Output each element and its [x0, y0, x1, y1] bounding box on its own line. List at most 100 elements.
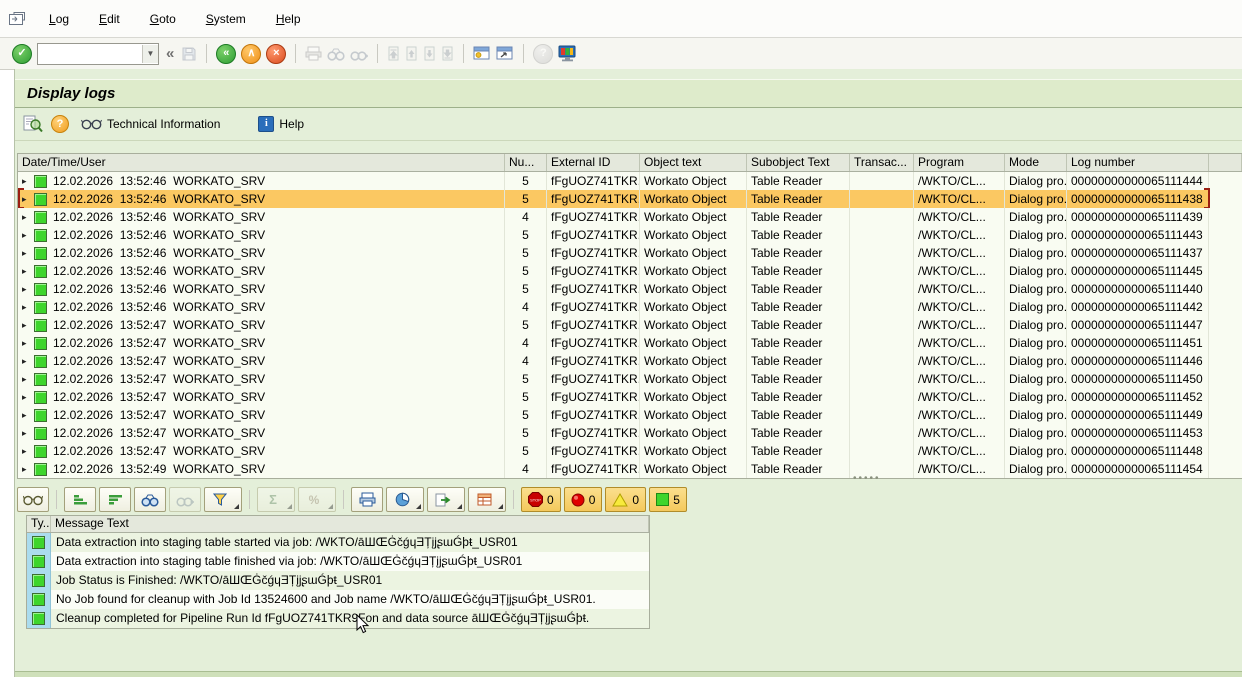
find-button[interactable]	[134, 487, 166, 512]
expand-icon[interactable]: ▸	[22, 460, 29, 478]
expand-icon[interactable]: ▸	[22, 442, 29, 460]
create-shortcut-icon[interactable]	[496, 46, 514, 61]
technical-information-button[interactable]: Technical Information	[77, 115, 224, 133]
log-row[interactable]: ▸12.02.2026 13:52:47 WORKATO_SRV4fFgUOZ7…	[18, 352, 1242, 370]
log-row[interactable]: ▸12.02.2026 13:52:47 WORKATO_SRV5fFgUOZ7…	[18, 424, 1242, 442]
expand-icon[interactable]: ▸	[22, 316, 29, 334]
message-row[interactable]: Data extraction into staging table start…	[27, 533, 649, 552]
print-icon[interactable]	[305, 46, 322, 61]
menu-item-log[interactable]: Log	[36, 9, 82, 29]
log-column-header[interactable]: Subobject Text	[747, 154, 850, 171]
enter-button[interactable]: ✓	[12, 44, 32, 64]
success-count-button[interactable]: 5	[649, 487, 687, 512]
stop-count-button[interactable]: STOP 0	[521, 487, 561, 512]
log-row[interactable]: ▸12.02.2026 13:52:46 WORKATO_SRV4fFgUOZ7…	[18, 298, 1242, 316]
menu-item-help[interactable]: Help	[263, 9, 314, 29]
percentage-button[interactable]: %	[298, 487, 336, 512]
print-button[interactable]	[351, 487, 383, 512]
expand-icon[interactable]: ▸	[22, 370, 29, 388]
splitter-handle-icon[interactable]: •••••	[853, 473, 881, 484]
log-row[interactable]: ▸12.02.2026 13:52:46 WORKATO_SRV4fFgUOZ7…	[18, 208, 1242, 226]
expand-icon[interactable]: ▸	[22, 352, 29, 370]
menu-item-system[interactable]: System	[193, 9, 259, 29]
log-row[interactable]: ▸12.02.2026 13:52:49 WORKATO_SRV4fFgUOZ7…	[18, 460, 1242, 478]
log-row[interactable]: ▸12.02.2026 13:52:46 WORKATO_SRV5fFgUOZ7…	[18, 244, 1242, 262]
menu-item-edit[interactable]: Edit	[86, 9, 133, 29]
expand-icon[interactable]: ▸	[22, 226, 29, 244]
expand-icon[interactable]: ▸	[22, 208, 29, 226]
log-row[interactable]: ▸12.02.2026 13:52:46 WORKATO_SRV5fFgUOZ7…	[18, 172, 1242, 190]
first-page-icon[interactable]	[387, 46, 400, 61]
log-cell: 00000000000065111451	[1067, 334, 1209, 352]
previous-page-icon[interactable]	[405, 46, 418, 61]
session-menu-icon[interactable]	[8, 11, 26, 26]
log-row[interactable]: ▸12.02.2026 13:52:46 WORKATO_SRV5fFgUOZ7…	[18, 226, 1242, 244]
log-row[interactable]: ▸12.02.2026 13:52:47 WORKATO_SRV5fFgUOZ7…	[18, 406, 1242, 424]
export-button[interactable]	[427, 487, 465, 512]
message-row[interactable]: Data extraction into staging table finis…	[27, 552, 649, 571]
sum-button[interactable]: Σ	[257, 487, 295, 512]
exit-button[interactable]: ∧	[241, 44, 261, 64]
help-button[interactable]: i Help	[254, 114, 308, 134]
log-column-header[interactable]: Object text	[640, 154, 747, 171]
find-next-icon[interactable]	[350, 47, 368, 61]
expand-icon[interactable]: ▸	[22, 388, 29, 406]
customize-layout-icon[interactable]	[558, 45, 577, 62]
sort-ascending-button[interactable]	[64, 487, 96, 512]
log-column-header[interactable]: Transac...	[850, 154, 914, 171]
new-session-icon[interactable]	[473, 46, 491, 61]
message-column-header[interactable]: Message Text	[51, 516, 649, 532]
sort-descending-button[interactable]	[99, 487, 131, 512]
back-button[interactable]: «	[216, 44, 236, 64]
log-row[interactable]: ▸12.02.2026 13:52:47 WORKATO_SRV5fFgUOZ7…	[18, 388, 1242, 406]
command-field[interactable]	[38, 45, 142, 63]
menu-item-goto[interactable]: Goto	[137, 9, 189, 29]
warning-count-button[interactable]: 0	[605, 487, 646, 512]
log-row[interactable]: ▸12.02.2026 13:52:46 WORKATO_SRV5fFgUOZ7…	[18, 190, 1242, 208]
collapse-command-field-icon[interactable]: «	[164, 45, 176, 62]
log-row[interactable]: ▸12.02.2026 13:52:47 WORKATO_SRV5fFgUOZ7…	[18, 442, 1242, 460]
message-column-header[interactable]: Ty...	[27, 516, 51, 532]
expand-icon[interactable]: ▸	[22, 244, 29, 262]
log-row[interactable]: ▸12.02.2026 13:52:46 WORKATO_SRV5fFgUOZ7…	[18, 280, 1242, 298]
log-column-header[interactable]: Mode	[1005, 154, 1067, 171]
question-icon[interactable]: ?	[51, 115, 69, 133]
find-icon[interactable]	[327, 47, 345, 61]
expand-icon[interactable]: ▸	[22, 280, 29, 298]
layout-button[interactable]	[468, 487, 506, 512]
expand-icon[interactable]: ▸	[22, 406, 29, 424]
filter-button[interactable]	[204, 487, 242, 512]
expand-icon[interactable]: ▸	[22, 262, 29, 280]
expand-icon[interactable]: ▸	[22, 172, 29, 190]
find-next-button[interactable]	[169, 487, 201, 512]
error-count-button[interactable]: 0	[564, 487, 603, 512]
log-cell: Dialog pro...	[1005, 262, 1067, 280]
log-row-filler	[1209, 442, 1242, 460]
message-row[interactable]: Cleanup completed for Pipeline Run Id fF…	[27, 609, 649, 628]
log-row[interactable]: ▸12.02.2026 13:52:47 WORKATO_SRV4fFgUOZ7…	[18, 334, 1242, 352]
cancel-button[interactable]: ×	[266, 44, 286, 64]
log-row[interactable]: ▸12.02.2026 13:52:47 WORKATO_SRV5fFgUOZ7…	[18, 370, 1242, 388]
command-field-dropdown-icon[interactable]: ▼	[142, 45, 158, 63]
help-icon[interactable]: ?	[533, 44, 553, 64]
last-page-icon[interactable]	[441, 46, 454, 61]
display-log-details-icon[interactable]	[23, 115, 43, 133]
log-column-header[interactable]: Log number	[1067, 154, 1209, 171]
save-icon[interactable]	[181, 46, 197, 62]
expand-icon[interactable]: ▸	[22, 190, 29, 208]
log-column-header[interactable]: External ID	[547, 154, 640, 171]
expand-icon[interactable]: ▸	[22, 334, 29, 352]
log-column-header[interactable]: Program	[914, 154, 1005, 171]
log-row[interactable]: ▸12.02.2026 13:52:47 WORKATO_SRV5fFgUOZ7…	[18, 316, 1242, 334]
expand-icon[interactable]: ▸	[22, 298, 29, 316]
expand-icon[interactable]: ▸	[22, 424, 29, 442]
log-column-header[interactable]: Date/Time/User	[18, 154, 505, 171]
log-column-header[interactable]: Nu...	[505, 154, 547, 171]
message-row[interactable]: No Job found for cleanup with Job Id 135…	[27, 590, 649, 609]
details-button[interactable]	[17, 487, 49, 512]
next-page-icon[interactable]	[423, 46, 436, 61]
message-row[interactable]: Job Status is Finished: /WKTO/āШŒĠčǵɥƎȚį…	[27, 571, 649, 590]
splitter[interactable]: •••••	[15, 477, 1242, 486]
log-row[interactable]: ▸12.02.2026 13:52:46 WORKATO_SRV5fFgUOZ7…	[18, 262, 1242, 280]
views-button[interactable]	[386, 487, 424, 512]
